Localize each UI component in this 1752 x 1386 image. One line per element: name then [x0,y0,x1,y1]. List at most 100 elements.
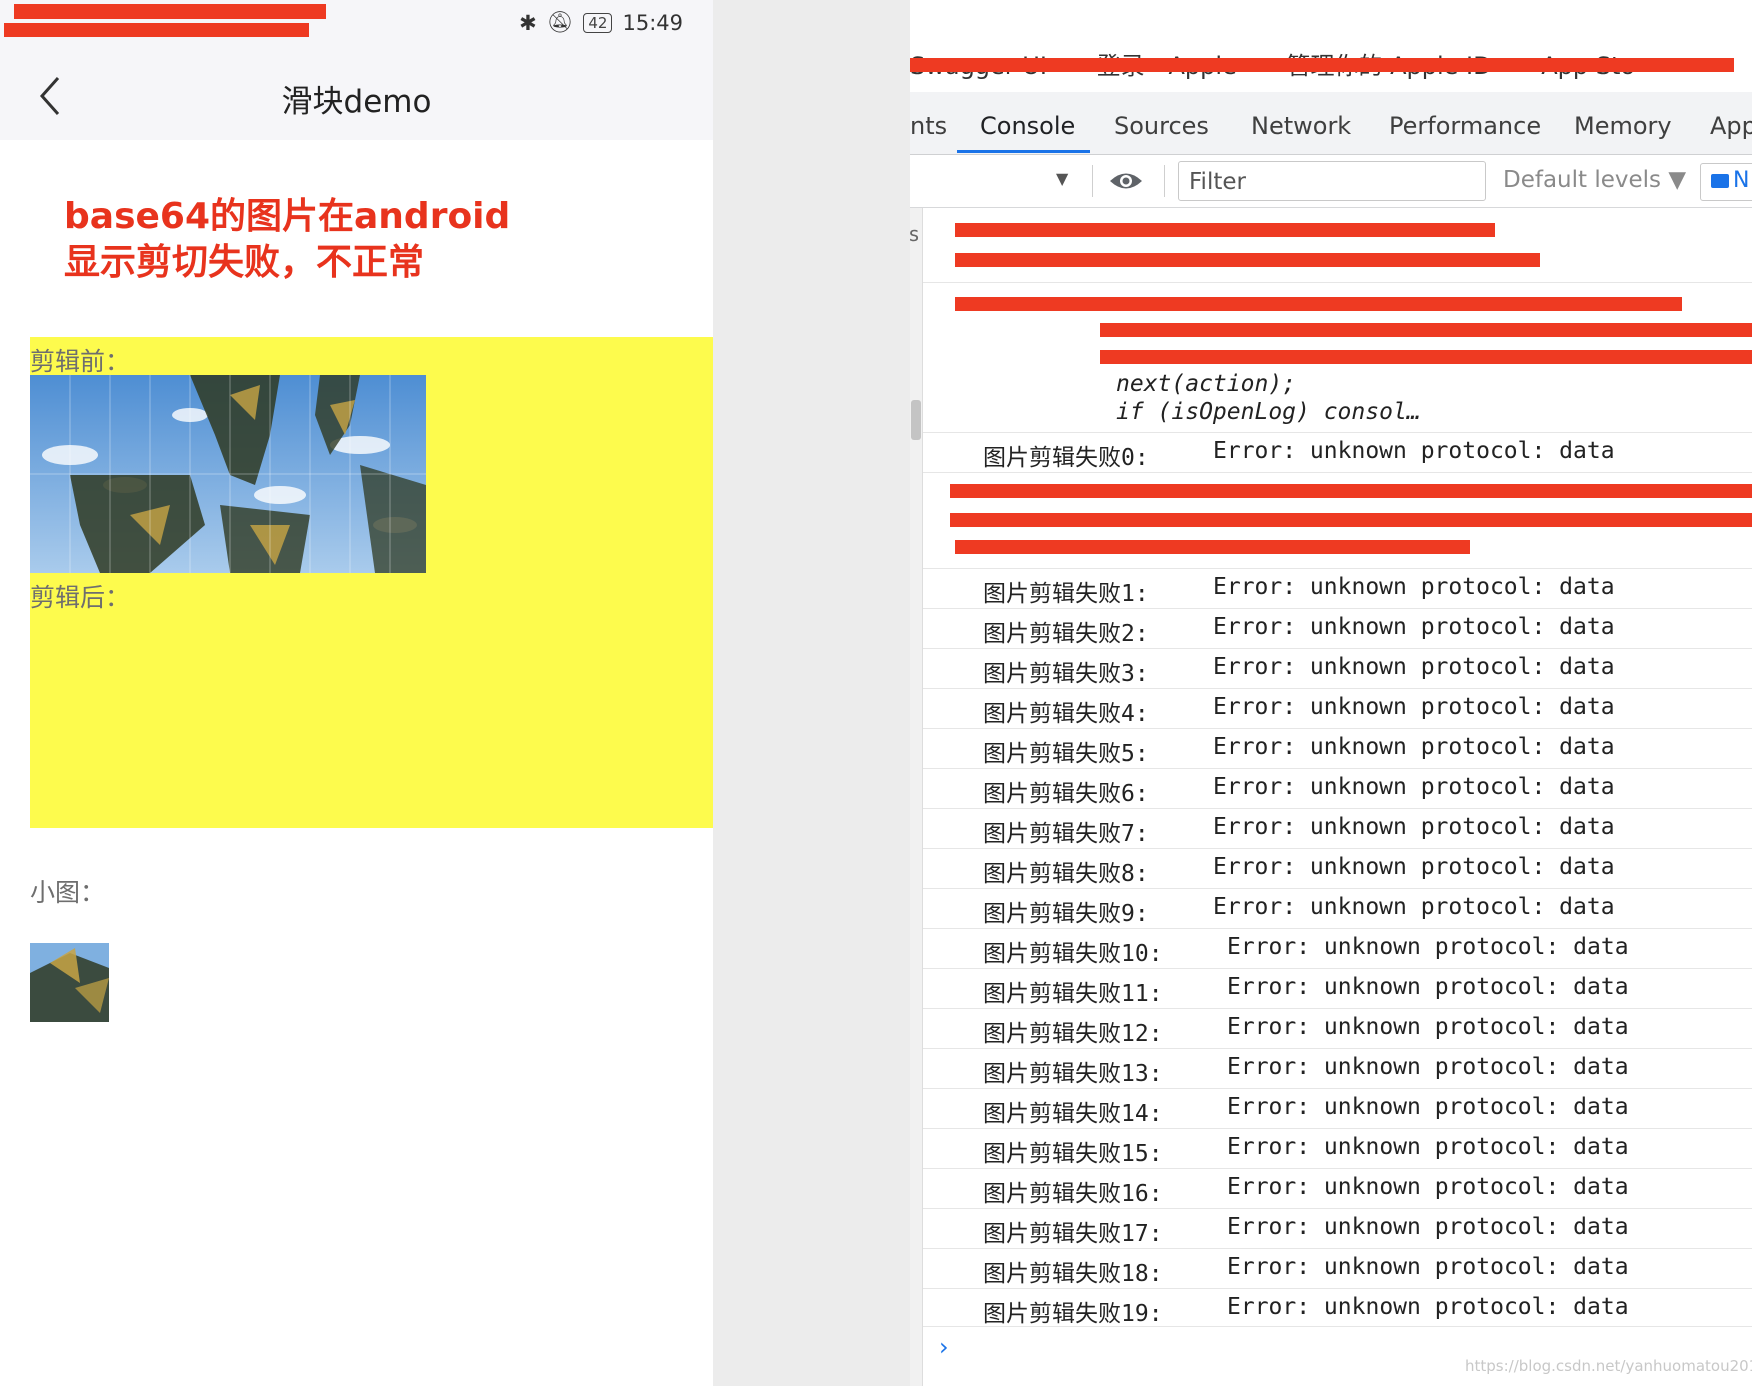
before-crop-label: 剪辑前： [30,347,131,376]
redaction-mark [1100,323,1752,337]
redaction-mark [955,540,1470,554]
console-scrollbar[interactable] [910,208,923,1386]
redaction-mark [14,4,326,19]
log-message: Error: unknown protocol: data [1213,654,1615,680]
log-message: Error: unknown protocol: data [1227,1134,1629,1160]
log-entry[interactable]: 图片剪辑失败18: Error: unknown protocol: data [923,1248,1752,1288]
log-label: 图片剪辑失败11: [983,981,1163,1007]
log-label: 图片剪辑失败16: [983,1181,1163,1207]
log-label: 图片剪辑失败9: [983,901,1149,927]
log-entry[interactable]: 图片剪辑失败6: Error: unknown protocol: data [923,768,1752,808]
code-line: next(action); [1116,371,1297,397]
log-label: 图片剪辑失败4: [983,701,1149,727]
log-message: Error: unknown protocol: data [1227,1294,1629,1320]
log-message: Error: unknown protocol: data [1227,974,1629,1000]
log-entry[interactable]: 图片剪辑失败1: Error: unknown protocol: data [923,568,1752,608]
log-label: 图片剪辑失败8: [983,861,1149,887]
scrollbar-thumb[interactable] [911,400,921,440]
log-label: 图片剪辑失败0: [983,445,1149,471]
log-message: Error: unknown protocol: data [1213,894,1615,920]
annotation-note: base64的图片在android 显示剪切失败，不正常 [64,194,510,286]
active-tab-indicator [957,150,1090,153]
log-levels-dropdown[interactable]: Default levels ▼ [1503,167,1686,193]
redaction-mark [1100,350,1752,364]
log-label: 图片剪辑失败5: [983,741,1149,767]
status-icons: ✱ 🔕︎ 42 15:49 [519,10,683,35]
tab-network[interactable]: Network [1251,112,1351,140]
side-marker: s [910,222,921,246]
toolbar-divider [1092,165,1093,197]
tab-console[interactable]: Console [980,112,1075,140]
log-entry[interactable]: 图片剪辑失败15: Error: unknown protocol: data [923,1128,1752,1168]
context-dropdown-icon[interactable]: ▼ [1056,169,1068,188]
log-message: Error: unknown protocol: data [1213,694,1615,720]
log-message: Error: unknown protocol: data [1213,814,1615,840]
log-entry[interactable]: 图片剪辑失败14: Error: unknown protocol: data [923,1088,1752,1128]
console-prompt-icon[interactable]: › [939,1333,949,1361]
filter-placeholder: Filter [1189,169,1246,195]
log-entry[interactable]: 图片剪辑失败9: Error: unknown protocol: data [923,888,1752,928]
log-entry[interactable]: 图片剪辑失败16: Error: unknown protocol: data [923,1168,1752,1208]
log-message: Error: unknown protocol: data [1213,734,1615,760]
log-label: 图片剪辑失败1: [983,581,1149,607]
log-entry[interactable]: 图片剪辑失败3: Error: unknown protocol: data [923,648,1752,688]
redaction-mark [955,223,1495,237]
devtools-window: Swagger UI 登录 - Apple 管理你的 Apple ID App … [910,0,1752,1386]
log-message: Error: unknown protocol: data [1213,854,1615,880]
log-divider [923,1326,1752,1327]
log-message: Error: unknown protocol: data [1227,1054,1629,1080]
log-message: Error: unknown protocol: data [1227,1214,1629,1240]
tab-elements[interactable]: nts [910,112,947,140]
log-divider [923,472,1752,473]
redaction-mark [955,253,1540,267]
phone-screen: ✱ 🔕︎ 42 15:49 滑块demo base64的图片在android 显… [0,0,713,1386]
annotation-line: base64的图片在android [64,196,511,237]
window-gap [713,0,910,1386]
log-label: 图片剪辑失败18: [983,1261,1163,1287]
bluetooth-icon: ✱ [519,10,537,35]
log-entry[interactable]: 图片剪辑失败4: Error: unknown protocol: data [923,688,1752,728]
log-entry[interactable]: 图片剪辑失败10: Error: unknown protocol: data [923,928,1752,968]
bookmarks-bar: Swagger UI 登录 - Apple 管理你的 Apple ID App … [910,0,1752,92]
log-message: Error: unknown protocol: data [1227,1014,1629,1040]
log-label: 图片剪辑失败12: [983,1021,1163,1047]
log-entry[interactable]: 图片剪辑失败8: Error: unknown protocol: data [923,848,1752,888]
devtools-tab-bar: nts Console Sources Network Performance … [910,92,1752,155]
message-icon [1711,174,1729,188]
mute-icon: 🔕︎ [546,10,574,34]
filter-input[interactable]: Filter [1178,161,1486,201]
log-label: 图片剪辑失败6: [983,781,1149,807]
log-label: 图片剪辑失败7: [983,821,1149,847]
issues-button[interactable]: N [1700,163,1752,201]
log-entry[interactable]: 图片剪辑失败13: Error: unknown protocol: data [923,1048,1752,1088]
eye-icon[interactable] [1108,166,1144,196]
tab-memory[interactable]: Memory [1574,112,1672,140]
log-entry[interactable]: 图片剪辑失败11: Error: unknown protocol: data [923,968,1752,1008]
log-entry[interactable]: 图片剪辑失败7: Error: unknown protocol: data [923,808,1752,848]
log-message: Error: unknown protocol: data [1213,574,1615,600]
page-title: 滑块demo [281,84,432,120]
log-divider [923,282,1752,283]
status-bar: ✱ 🔕︎ 42 15:49 [0,0,713,50]
battery-icon: 42 [583,12,613,33]
watermark-text: https://blog.csdn.net/yanhuomatou2015 [1465,1357,1752,1375]
tab-application[interactable]: App [1710,112,1752,140]
after-crop-label: 剪辑后： [30,583,131,612]
log-entry[interactable]: 图片剪辑失败17: Error: unknown protocol: data [923,1208,1752,1248]
tab-sources[interactable]: Sources [1114,112,1209,140]
redaction-mark [950,484,1752,498]
redaction-mark [4,23,309,37]
log-entry[interactable]: 图片剪辑失败0: Error: unknown protocol: data [923,432,1752,472]
log-entry[interactable]: 图片剪辑失败12: Error: unknown protocol: data [923,1008,1752,1048]
log-entry[interactable]: 图片剪辑失败5: Error: unknown protocol: data [923,728,1752,768]
log-label: 图片剪辑失败14: [983,1101,1163,1127]
console-toolbar: ▼ Filter Default levels ▼ N [910,155,1752,208]
log-message: Error: unknown protocol: data [1213,438,1615,464]
tab-performance[interactable]: Performance [1389,112,1541,140]
status-time: 15:49 [622,10,683,35]
redaction-mark [950,513,1752,527]
log-message: Error: unknown protocol: data [1213,614,1615,640]
log-label: 图片剪辑失败19: [983,1301,1163,1327]
log-entry[interactable]: 图片剪辑失败2: Error: unknown protocol: data [923,608,1752,648]
log-entry[interactable]: 图片剪辑失败19: Error: unknown protocol: data [923,1288,1752,1328]
